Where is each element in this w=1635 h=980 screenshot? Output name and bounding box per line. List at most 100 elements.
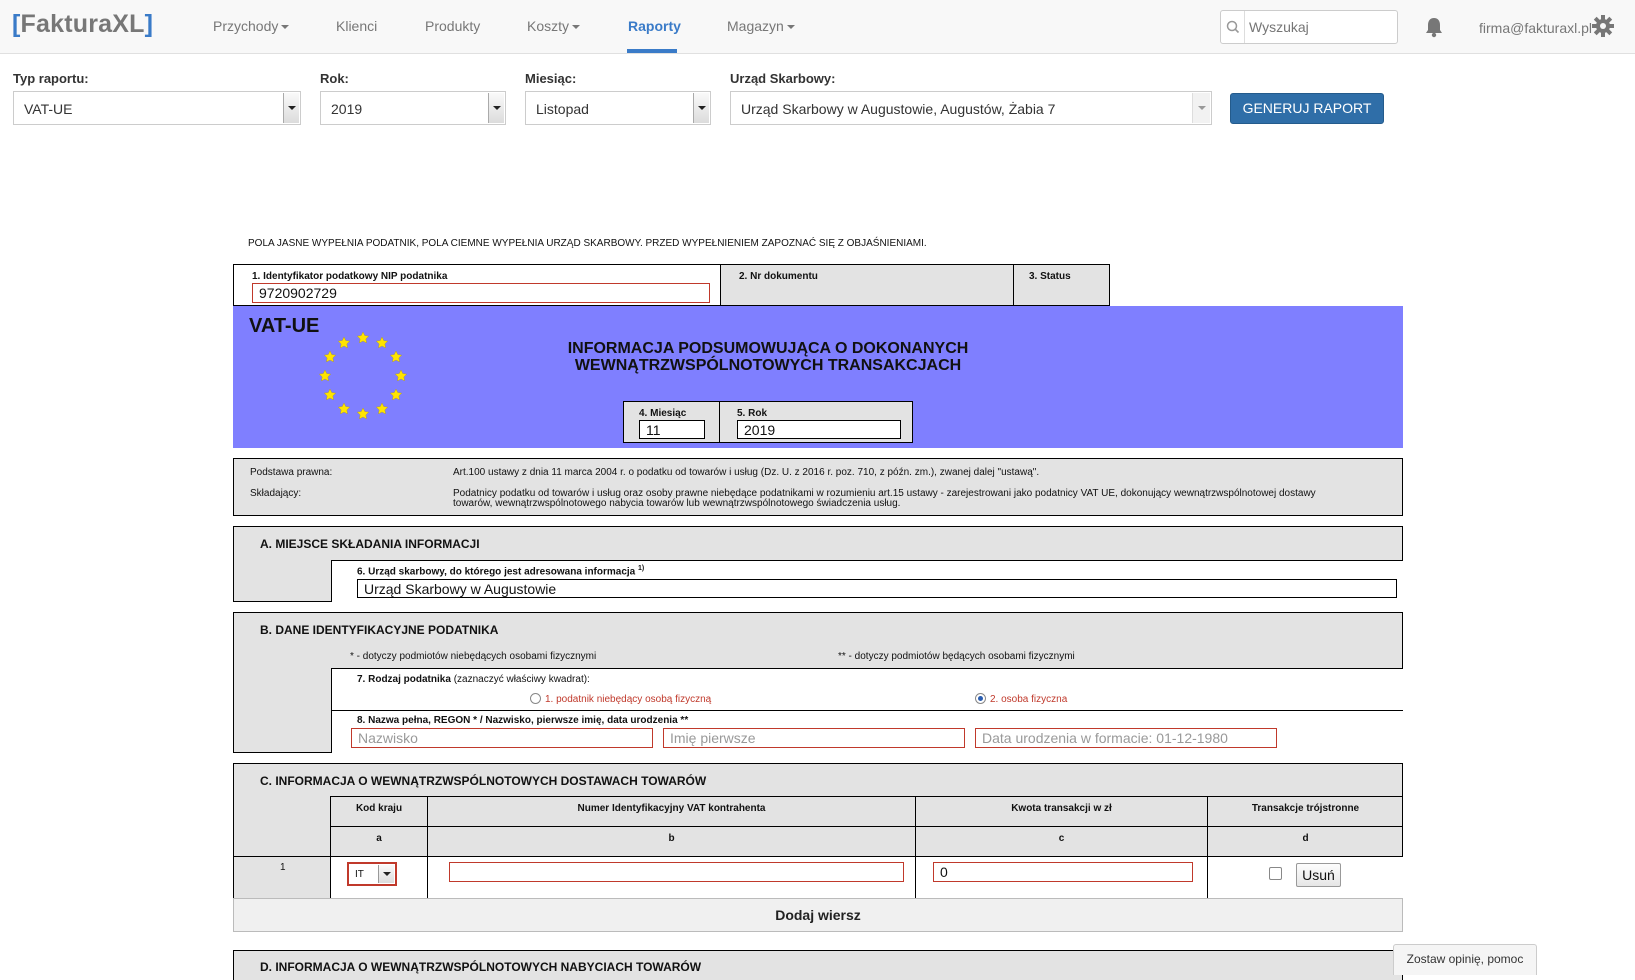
report-type-select[interactable]: VAT-UE bbox=[13, 91, 301, 125]
surname-input[interactable]: Nazwisko bbox=[351, 728, 653, 748]
office-field-label: 6. Urząd skarbowy, do którego jest adres… bbox=[357, 565, 644, 577]
table-line bbox=[330, 796, 1403, 797]
year-field-box: 5. Rok 2019 bbox=[719, 401, 913, 443]
user-email[interactable]: firma@fakturaxl.pl bbox=[1479, 20, 1592, 36]
month-value: Listopad bbox=[536, 101, 589, 117]
taxpayer-option2-radio[interactable] bbox=[975, 693, 986, 704]
status-label: 3. Status bbox=[1029, 271, 1071, 282]
year-value: 2019 bbox=[331, 101, 363, 117]
col-letter-c: c bbox=[1058, 833, 1065, 844]
document-number-box: 2. Nr dokumentu bbox=[720, 264, 1014, 306]
doc-number-label: 2. Nr dokumentu bbox=[739, 271, 818, 282]
row1-country-value: IT bbox=[355, 869, 364, 880]
legal-basis-text: Art.100 ustawy z dnia 11 marca 2004 r. o… bbox=[453, 467, 1040, 478]
taxpayer-type-label-text: 7. Rodzaj podatnika bbox=[357, 674, 451, 685]
taxpayer-option2-label[interactable]: 2. osoba fizyczna bbox=[990, 694, 1067, 705]
nav-koszty[interactable]: Koszty bbox=[527, 18, 581, 34]
col-triangular-header: Transakcje trójstronne bbox=[1251, 803, 1360, 814]
row1-amount-input[interactable]: 0 bbox=[933, 862, 1193, 882]
report-type-value: VAT-UE bbox=[24, 101, 73, 117]
legal-basis-box: Podstawa prawna: Art.100 ustawy z dnia 1… bbox=[233, 458, 1403, 516]
chevron-down-icon bbox=[281, 25, 290, 30]
office-field-label-text: 6. Urząd skarbowy, do którego jest adres… bbox=[357, 566, 636, 578]
row1-triangular-checkbox[interactable] bbox=[1269, 867, 1282, 880]
nav-produkty[interactable]: Produkty bbox=[425, 18, 480, 34]
nav-raporty[interactable]: Raporty bbox=[628, 18, 681, 34]
brand-logo[interactable]: [FakturaXL] bbox=[12, 10, 153, 39]
nip-field-box: 1. Identyfikator podatkowy NIP podatnika… bbox=[233, 264, 721, 306]
dropdown-arrow-icon[interactable] bbox=[693, 93, 709, 123]
filer-label: Składający: bbox=[250, 488, 302, 499]
feedback-button[interactable]: Zostaw opinię, pomoc bbox=[1393, 944, 1537, 975]
form-year-label: 5. Rok bbox=[737, 408, 768, 419]
office-field-box: 6. Urząd skarbowy, do którego jest adres… bbox=[331, 560, 1403, 602]
tax-office-value: Urząd Skarbowy w Augustowie, Augustów, Ż… bbox=[741, 101, 1056, 117]
firstname-input[interactable]: Imię pierwsze bbox=[663, 728, 965, 748]
nav-przychody-label: Przychody bbox=[213, 18, 279, 34]
nav-klienci[interactable]: Klienci bbox=[336, 18, 377, 34]
chevron-down-icon bbox=[572, 25, 581, 30]
dropdown-arrow-icon[interactable] bbox=[1192, 93, 1210, 123]
note-natural: ** - dotyczy podmiotów będących osobami … bbox=[838, 651, 1075, 662]
section-d-title: D. INFORMACJA O WEWNĄTRZWSPÓLNOTOWYCH NA… bbox=[260, 960, 702, 974]
nav-magazyn-label: Magazyn bbox=[727, 18, 784, 34]
top-navbar: [FakturaXL] Przychody Klienci Produkty K… bbox=[0, 0, 1635, 54]
section-a-title: A. MIEJSCE SKŁADANIA INFORMACJI bbox=[260, 537, 480, 551]
col-letter-a: a bbox=[376, 833, 382, 844]
col-letter-d: d bbox=[1302, 833, 1309, 844]
month-field-box: 4. Miesiąc 11 bbox=[623, 401, 720, 443]
section-c-title: C. INFORMACJA O WEWNĄTRZWSPÓLNOTOWYCH DO… bbox=[260, 774, 707, 788]
tax-office-select[interactable]: Urząd Skarbowy w Augustowie, Augustów, Ż… bbox=[730, 91, 1212, 125]
taxpayer-option1-label[interactable]: 1. podatnik niebędący osobą fizyczną bbox=[545, 694, 711, 705]
nav-raporty-label: Raporty bbox=[628, 18, 681, 34]
form-month-input[interactable]: 11 bbox=[639, 420, 705, 439]
office-field-input[interactable]: Urząd Skarbowy w Augustowie bbox=[357, 579, 1397, 598]
form-title-line1: INFORMACJA PODSUMOWUJĄCA O DOKONANYCH bbox=[567, 340, 969, 357]
nav-przychody[interactable]: Przychody bbox=[213, 18, 290, 34]
form-banner: VAT-UE INFORMACJA PODSUMOWUJĄCA O DOKONA… bbox=[233, 306, 1403, 448]
section-b-title: B. DANE IDENTYFIKACYJNE PODATNIKA bbox=[260, 623, 499, 637]
section-b: B. DANE IDENTYFIKACYJNE PODATNIKA * - do… bbox=[233, 612, 1403, 753]
dropdown-arrow-icon[interactable] bbox=[378, 865, 394, 883]
year-label: Rok: bbox=[320, 71, 349, 86]
nav-magazyn[interactable]: Magazyn bbox=[727, 18, 795, 34]
nav-koszty-label: Koszty bbox=[527, 18, 570, 34]
nip-label: 1. Identyfikator podatkowy NIP podatnika bbox=[252, 271, 448, 282]
brand-bracket-close: ] bbox=[144, 10, 154, 38]
form-year-input[interactable]: 2019 bbox=[737, 420, 901, 439]
col-vat-header: Numer Identyfikacyjny VAT kontrahenta bbox=[577, 803, 766, 814]
bell-icon[interactable] bbox=[1424, 16, 1444, 43]
name-field-label: 8. Nazwa pełna, REGON * / Nazwisko, pier… bbox=[357, 715, 689, 726]
form-month-label: 4. Miesiąc bbox=[639, 408, 687, 419]
legal-basis-label: Podstawa prawna: bbox=[250, 467, 333, 478]
gear-icon[interactable] bbox=[1592, 15, 1614, 42]
chevron-down-icon bbox=[786, 25, 795, 30]
taxpayer-type-hint: (zaznaczyć właściwy kwadrat): bbox=[453, 674, 590, 685]
nip-input[interactable]: 9720902729 bbox=[252, 283, 710, 303]
row1-country-select[interactable]: IT bbox=[347, 862, 397, 886]
dropdown-arrow-icon[interactable] bbox=[488, 93, 504, 123]
row1-remove-button[interactable]: Usuń bbox=[1296, 863, 1341, 887]
col-country-header: Kod kraju bbox=[355, 803, 403, 814]
brand-bracket-open: [ bbox=[12, 10, 21, 38]
row1-vat-input[interactable] bbox=[449, 862, 904, 882]
search-box bbox=[1220, 10, 1398, 44]
search-input[interactable] bbox=[1247, 12, 1395, 42]
taxpayer-option1-radio[interactable] bbox=[530, 693, 541, 704]
month-select[interactable]: Listopad bbox=[525, 91, 711, 125]
note-non-natural: * - dotyczy podmiotów niebędących osobam… bbox=[350, 651, 597, 662]
nav-produkty-label: Produkty bbox=[425, 18, 481, 34]
col-amount-header: Kwota transakcji w zł bbox=[1011, 803, 1112, 814]
dropdown-arrow-icon[interactable] bbox=[283, 93, 299, 123]
status-box: 3. Status bbox=[1013, 264, 1110, 306]
year-select[interactable]: 2019 bbox=[320, 91, 506, 125]
generate-report-button[interactable]: GENERUJ RAPORT bbox=[1230, 93, 1384, 124]
month-label: Miesiąc: bbox=[525, 71, 577, 86]
birthdate-input[interactable]: Data urodzenia w formacie: 01-12-1980 bbox=[975, 728, 1277, 748]
section-d: D. INFORMACJA O WEWNĄTRZWSPÓLNOTOWYCH NA… bbox=[233, 950, 1403, 980]
filer-text-line2: towarów, wewnątrzwspólnotowego nabycia t… bbox=[453, 498, 901, 509]
nav-klienci-label: Klienci bbox=[336, 18, 378, 34]
row1-number: 1 bbox=[280, 862, 286, 873]
form-title-line2: WEWNĄTRZWSPÓLNOTOWYCH TRANSAKCJACH bbox=[574, 357, 962, 374]
add-row-button[interactable]: Dodaj wiersz bbox=[233, 898, 1403, 932]
